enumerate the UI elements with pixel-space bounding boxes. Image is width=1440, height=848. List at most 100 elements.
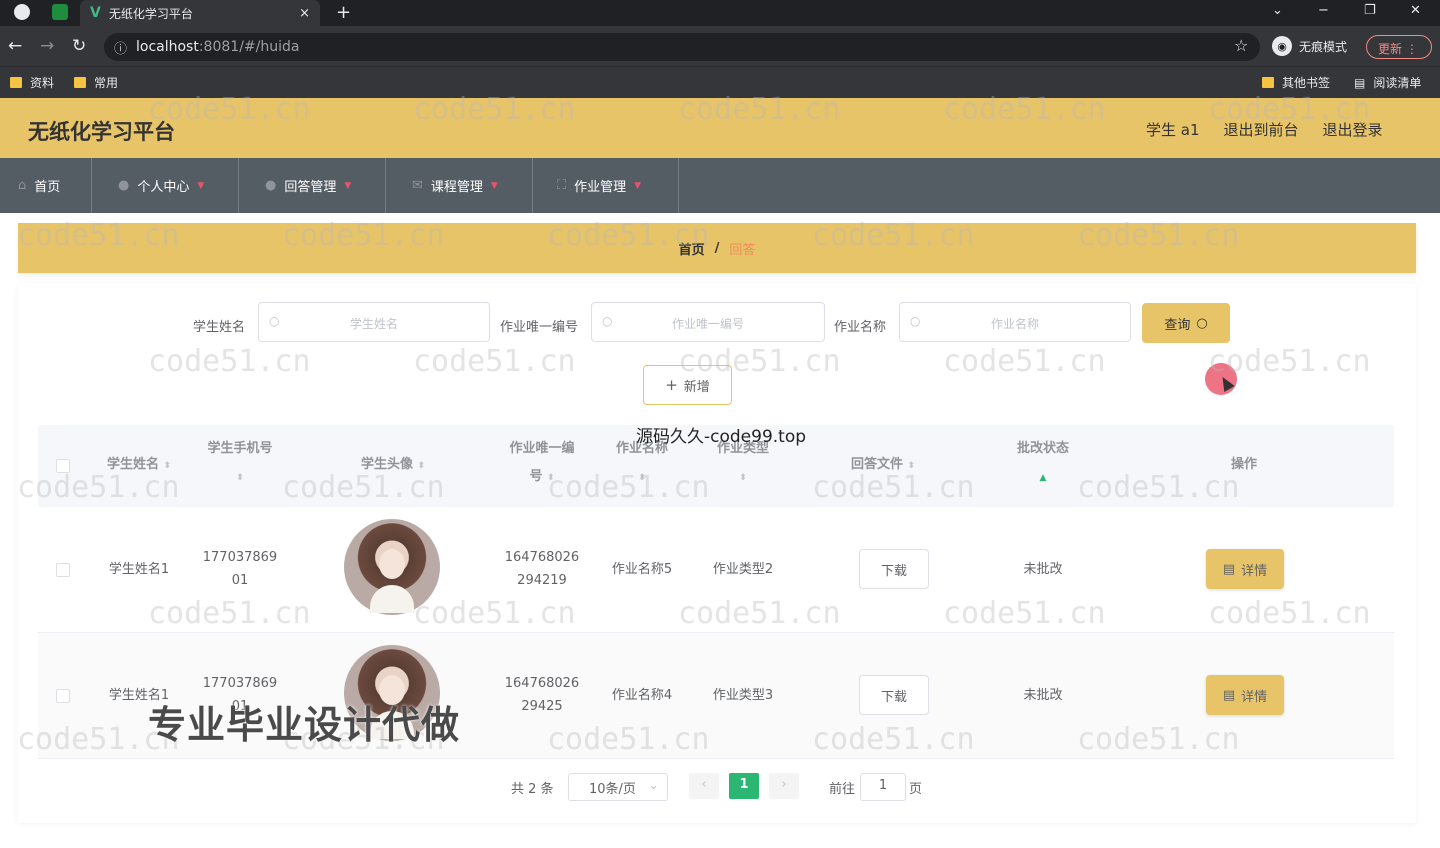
tab-close-icon[interactable]: × [299, 6, 310, 21]
menu-label: 作业管理 [574, 180, 627, 195]
th-label: 学生手机号 [207, 441, 273, 456]
menu-item-personal[interactable]: ● 个人中心 ▼ [92, 158, 239, 213]
reading-list-icon: ▤ [1354, 75, 1366, 90]
detail-button[interactable]: ▤ 详情 [1206, 549, 1284, 589]
homework-id-input[interactable]: ○ 作业唯一编号 [591, 302, 825, 342]
student-name-input[interactable]: ○ 学生姓名 [258, 302, 490, 342]
incognito-indicator[interactable]: ◉ 无痕模式 [1272, 36, 1347, 56]
input-placeholder: 作业名称 [990, 317, 1039, 331]
sheets-icon[interactable] [52, 4, 68, 20]
menu-item-courses[interactable]: ✉ 课程管理 ▼ [386, 158, 533, 213]
sort-icon[interactable]: ⬍ [236, 473, 244, 483]
bookmark-label: 阅读清单 [1373, 76, 1422, 90]
homework-name-input[interactable]: ○ 作业名称 [899, 302, 1131, 342]
main-menu: ⌂ 首页 ● 个人中心 ▼ ● 回答管理 ▼ ✉ 课程管理 ▼ ⛶ 作业管理 ▼ [0, 158, 1440, 213]
chevron-down-icon: ▼ [197, 180, 205, 191]
th-student-phone[interactable]: 学生手机号 ⬍ [190, 435, 290, 492]
pagination-total: 共 2 条 [511, 782, 554, 797]
watermark: code51.cn [1208, 596, 1371, 631]
watermark: code51.cn [547, 722, 710, 757]
back-icon[interactable]: ← [8, 36, 22, 56]
reload-icon[interactable]: ↻ [72, 36, 86, 56]
watermark: code51.cn [678, 596, 841, 631]
menu-label: 首页 [34, 180, 61, 195]
folder-icon [10, 77, 22, 88]
new-tab-button[interactable]: + [336, 2, 351, 23]
url-path: :8081/#/huida [198, 39, 300, 55]
watermark: code51.cn [413, 344, 576, 379]
watermark: code51.cn [1077, 470, 1240, 505]
user-label: 学生 a1 [1146, 121, 1200, 139]
prev-page-button[interactable]: ‹ [689, 773, 719, 799]
th-label: 号 [529, 469, 543, 484]
address-input[interactable]: ⓘ localhost:8081/#/huida [104, 33, 1260, 61]
browser-tab-active[interactable]: V 无纸化学习平台 × [80, 0, 320, 26]
crop-icon: ⛶ [557, 178, 567, 193]
watermark: code51.cn [17, 218, 180, 253]
minimize-icon[interactable]: − [1318, 3, 1329, 18]
query-button[interactable]: 查询 ○ [1142, 303, 1230, 343]
watermark: code51.cn [943, 92, 1106, 127]
cell-homework-id: 164768026 294219 [494, 546, 590, 592]
user-icon: ● [118, 178, 130, 193]
menu-label: 课程管理 [430, 180, 483, 195]
update-button[interactable]: 更新 ⋮ [1366, 35, 1432, 59]
page-size-value: 10条/页 [589, 782, 636, 797]
breadcrumb-current: 回答 [729, 242, 756, 258]
watermark: code51.cn [812, 722, 975, 757]
download-button[interactable]: 下载 [859, 549, 929, 589]
page-size-select[interactable]: 10条/页 ⌄ [568, 773, 668, 801]
window-close-icon[interactable]: ✕ [1410, 3, 1421, 18]
menu-item-answers[interactable]: ● 回答管理 ▼ [239, 158, 386, 213]
th-review-status[interactable]: 批改状态 ▲ [998, 435, 1088, 492]
input-placeholder: 学生姓名 [349, 317, 398, 331]
browser-tab-bar: V 无纸化学习平台 × + ⌄ − ❐ ✕ [0, 0, 1440, 26]
vue-logo-icon: V [90, 5, 101, 21]
bookmark-label: 资料 [30, 76, 55, 90]
mail-icon: ✉ [412, 178, 423, 193]
tab-list-icon[interactable]: ⌄ [1272, 3, 1283, 18]
cell-homework-name: 作业名称5 [611, 562, 673, 577]
bookmark-star-icon[interactable]: ☆ [1234, 36, 1248, 55]
menu-item-homework[interactable]: ⛶ 作业管理 ▼ [533, 158, 679, 213]
watermark: code51.cn [812, 470, 975, 505]
download-button[interactable]: 下载 [859, 675, 929, 715]
search-label-student-name: 学生姓名 [193, 320, 246, 335]
detail-button[interactable]: ▤ 详情 [1206, 675, 1284, 715]
detail-label: 详情 [1241, 563, 1268, 579]
update-label: 更新 [1378, 42, 1403, 56]
chevron-down-icon: ⌄ [648, 778, 659, 793]
avatar-body [370, 585, 414, 613]
bookmark-label: 常用 [94, 76, 119, 90]
document-icon: ▤ [1222, 687, 1236, 703]
phone-line: 01 [231, 573, 249, 588]
page-number-button[interactable]: 1 [729, 773, 759, 799]
browser-tab-title: 无纸化学习平台 [108, 6, 193, 21]
restore-icon[interactable]: ❐ [1364, 3, 1376, 18]
goto-page-input[interactable]: 1 [860, 773, 906, 801]
cell-homework-name: 作业名称4 [611, 688, 673, 703]
row-checkbox[interactable] [56, 689, 70, 703]
bookmark-folder[interactable]: 其他书签 [1262, 74, 1330, 91]
sort-icon[interactable]: ⬍ [739, 473, 747, 483]
cell-review-status: 未批改 [1023, 688, 1063, 703]
menu-item-home[interactable]: ⌂ 首页 [0, 158, 92, 213]
incognito-icon: ◉ [1272, 36, 1292, 56]
watermark: code51.cn [282, 470, 445, 505]
watermark: code51.cn [812, 218, 975, 253]
home-icon: ⌂ [18, 178, 27, 193]
sort-ascending-icon[interactable]: ▲ [1040, 473, 1047, 483]
next-page-button[interactable]: › [769, 773, 799, 799]
watermark: code51.cn [148, 344, 311, 379]
forward-icon[interactable]: → [40, 36, 54, 56]
folder-icon [1262, 77, 1274, 88]
row-checkbox[interactable] [56, 563, 70, 577]
watermark: code51.cn [413, 92, 576, 127]
chevron-down-icon: ▼ [344, 180, 352, 191]
site-info-icon[interactable]: ⓘ [114, 38, 127, 57]
reading-list[interactable]: ▤ 阅读清单 [1354, 74, 1421, 91]
bookmark-folder[interactable]: 常用 [74, 74, 118, 91]
incognito-label: 无痕模式 [1299, 39, 1348, 54]
bookmark-folder[interactable]: 资料 [10, 74, 54, 91]
watermark: code51.cn [148, 92, 311, 127]
